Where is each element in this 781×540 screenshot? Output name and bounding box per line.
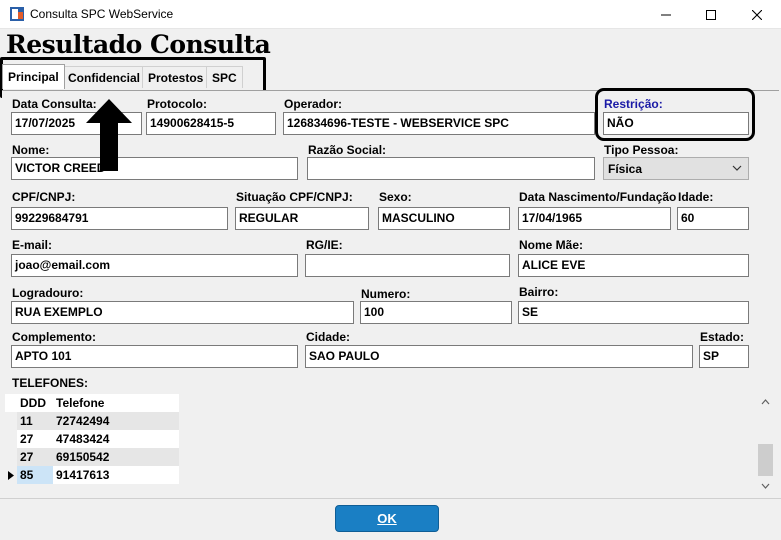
idade-field[interactable]: 60	[677, 207, 749, 230]
column-header-ddd[interactable]: DDD	[17, 394, 53, 412]
minimize-button[interactable]	[643, 0, 689, 29]
chevron-down-icon	[732, 165, 742, 171]
bairro-field[interactable]: SE	[518, 301, 749, 324]
telefones-grid[interactable]: DDD Telefone 11 72742494 27 47483424 27 …	[5, 394, 179, 484]
razao-social-field[interactable]	[307, 157, 595, 180]
estado-label: Estado:	[700, 330, 745, 344]
tipo-pessoa-label: Tipo Pessoa:	[604, 143, 679, 157]
ddd-cell[interactable]: 27	[17, 430, 53, 448]
sexo-label: Sexo:	[379, 190, 412, 204]
grid-header-row: DDD Telefone	[5, 394, 179, 412]
email-label: E-mail:	[12, 238, 53, 252]
column-header-telefone[interactable]: Telefone	[53, 394, 179, 412]
arrow-up-icon	[86, 99, 132, 171]
tab-spc[interactable]: SPC	[206, 66, 243, 88]
close-icon	[752, 9, 762, 20]
situacao-label: Situação CPF/CNPJ:	[236, 190, 353, 204]
operador-label: Operador:	[284, 97, 343, 111]
data-consulta-label: Data Consulta:	[12, 97, 97, 111]
ok-button[interactable]: OK	[335, 505, 439, 532]
cpf-cnpj-field[interactable]: 99229684791	[11, 207, 228, 230]
tab-protestos[interactable]: Protestos	[142, 66, 210, 88]
idade-label: Idade:	[678, 190, 714, 204]
cidade-field[interactable]: SAO PAULO	[305, 345, 693, 368]
numero-field[interactable]: 100	[360, 301, 512, 324]
minimize-icon	[661, 14, 671, 15]
table-row[interactable]: 27 69150542	[5, 448, 179, 466]
telefone-cell[interactable]: 72742494	[53, 412, 179, 430]
restricao-label: Restrição:	[604, 97, 663, 111]
maximize-button[interactable]	[688, 0, 734, 29]
bairro-label: Bairro:	[519, 285, 559, 299]
complemento-field[interactable]: APTO 101	[11, 345, 298, 368]
close-button[interactable]	[734, 0, 780, 29]
table-row[interactable]: 11 72742494	[5, 412, 179, 430]
nome-label: Nome:	[12, 143, 50, 157]
rg-ie-field[interactable]	[305, 254, 510, 277]
operador-field[interactable]: 126834696-TESTE - WEBSERVICE SPC	[283, 112, 595, 135]
estado-field[interactable]: SP	[699, 345, 749, 368]
table-row[interactable]: 85 91417613	[5, 466, 179, 484]
complemento-label: Complemento:	[12, 330, 96, 344]
tab-strip: Principal Confidencial Protestos SPC	[2, 64, 262, 90]
nome-mae-label: Nome Mãe:	[519, 238, 584, 252]
ddd-cell[interactable]: 11	[17, 412, 53, 430]
situacao-field[interactable]: REGULAR	[235, 207, 369, 230]
app-icon	[10, 7, 24, 21]
logradouro-label: Logradouro:	[12, 286, 84, 300]
telefone-cell[interactable]: 69150542	[53, 448, 179, 466]
chevron-down-icon[interactable]	[761, 483, 770, 489]
scrollbar-thumb[interactable]	[758, 444, 773, 476]
tab-confidencial[interactable]: Confidencial	[62, 66, 147, 88]
table-row[interactable]: 27 47483424	[5, 430, 179, 448]
cpf-cnpj-label: CPF/CNPJ:	[12, 190, 76, 204]
razao-social-label: Razão Social:	[308, 143, 387, 157]
window-title: Consulta SPC WebService	[30, 7, 174, 21]
restricao-field[interactable]: NÃO	[603, 112, 749, 135]
email-field[interactable]: joao@email.com	[11, 254, 298, 277]
maximize-icon	[706, 9, 716, 20]
telefone-cell[interactable]: 91417613	[53, 466, 179, 484]
tipo-pessoa-select[interactable]: Física	[603, 157, 749, 180]
data-nascimento-field[interactable]: 17/04/1965	[518, 207, 671, 230]
vertical-scrollbar[interactable]	[757, 394, 774, 494]
row-indicator-icon	[5, 466, 17, 484]
cidade-label: Cidade:	[306, 330, 351, 344]
nome-mae-field[interactable]: ALICE EVE	[518, 254, 749, 277]
telefones-label: TELEFONES:	[12, 376, 89, 390]
numero-label: Numero:	[361, 287, 411, 301]
ddd-cell[interactable]: 27	[17, 448, 53, 466]
data-nascimento-label: Data Nascimento/Fundação	[519, 190, 677, 204]
rg-ie-label: RG/IE:	[306, 238, 343, 252]
sexo-field[interactable]: MASCULINO	[378, 207, 510, 230]
tipo-pessoa-value: Física	[608, 162, 643, 176]
title-bar: Consulta SPC WebService	[0, 0, 781, 29]
logradouro-field[interactable]: RUA EXEMPLO	[11, 301, 354, 324]
telefone-cell[interactable]: 47483424	[53, 430, 179, 448]
tab-principal[interactable]: Principal	[2, 64, 65, 89]
chevron-up-icon[interactable]	[761, 399, 770, 405]
ddd-cell[interactable]: 85	[17, 466, 53, 484]
protocolo-field[interactable]: 14900628415-5	[146, 112, 276, 135]
nome-field[interactable]: VICTOR CREED	[11, 157, 298, 180]
page-title: Resultado Consulta	[6, 30, 271, 59]
protocolo-label: Protocolo:	[147, 97, 207, 111]
